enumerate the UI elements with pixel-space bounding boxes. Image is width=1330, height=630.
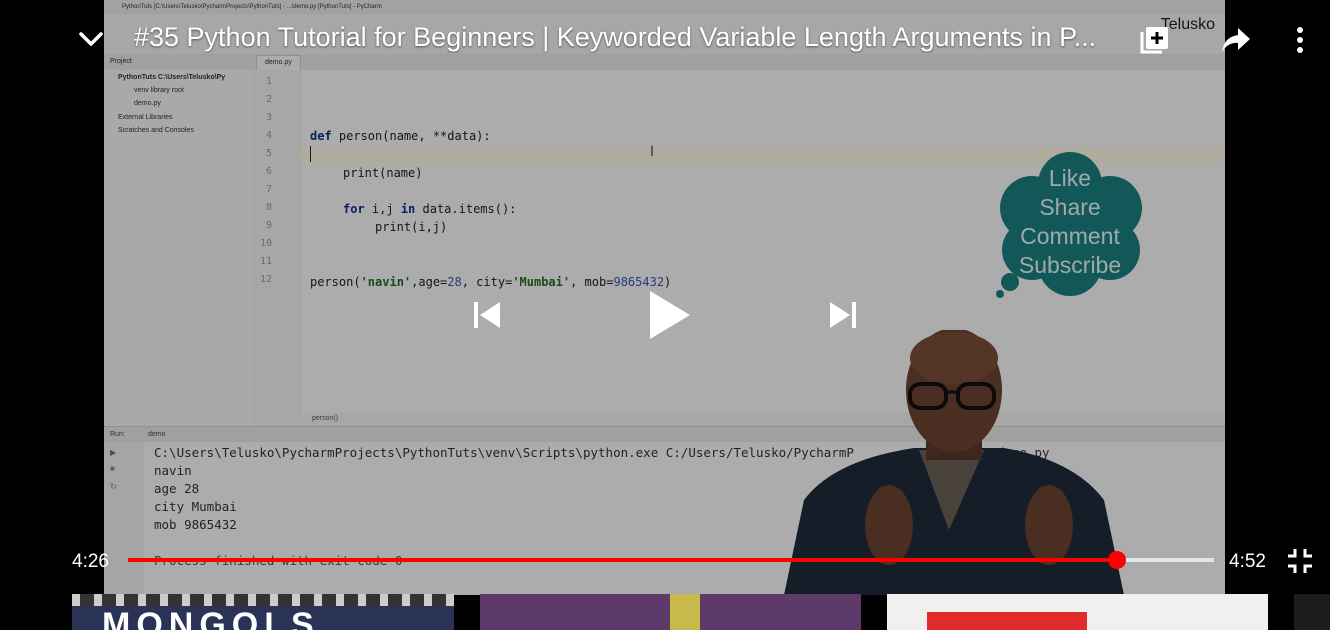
suggested-video-thumb[interactable] (480, 594, 861, 630)
player-top-bar: #35 Python Tutorial for Beginners | Keyw… (0, 0, 1330, 80)
thumb-figure (670, 594, 700, 630)
thumb-film-strip (72, 594, 454, 606)
skip-previous-icon[interactable] (472, 300, 502, 330)
progress-scrubber[interactable] (1108, 551, 1127, 569)
current-time: 4:26 (72, 551, 109, 572)
play-icon[interactable] (648, 290, 692, 340)
thumb-banner (927, 612, 1087, 630)
chevron-down-icon[interactable] (76, 24, 106, 54)
suggested-video-thumb[interactable]: MONGOLS (72, 594, 454, 630)
fullscreen-exit-icon[interactable] (1287, 548, 1313, 574)
suggested-video-thumb[interactable] (1294, 594, 1330, 630)
duration: 4:52 (1229, 551, 1266, 572)
suggested-videos: MONGOLS (0, 594, 1330, 630)
video-title: #35 Python Tutorial for Beginners | Keyw… (134, 22, 1097, 52)
skip-next-icon[interactable] (828, 300, 858, 330)
suggested-video-thumb[interactable] (887, 594, 1268, 630)
progress-played (128, 558, 1118, 562)
thumb-title: MONGOLS (102, 606, 320, 630)
playlist-add-icon[interactable] (1138, 24, 1170, 56)
more-vert-icon[interactable] (1290, 26, 1310, 54)
share-icon[interactable] (1220, 26, 1252, 54)
progress-bar[interactable] (128, 551, 1214, 569)
